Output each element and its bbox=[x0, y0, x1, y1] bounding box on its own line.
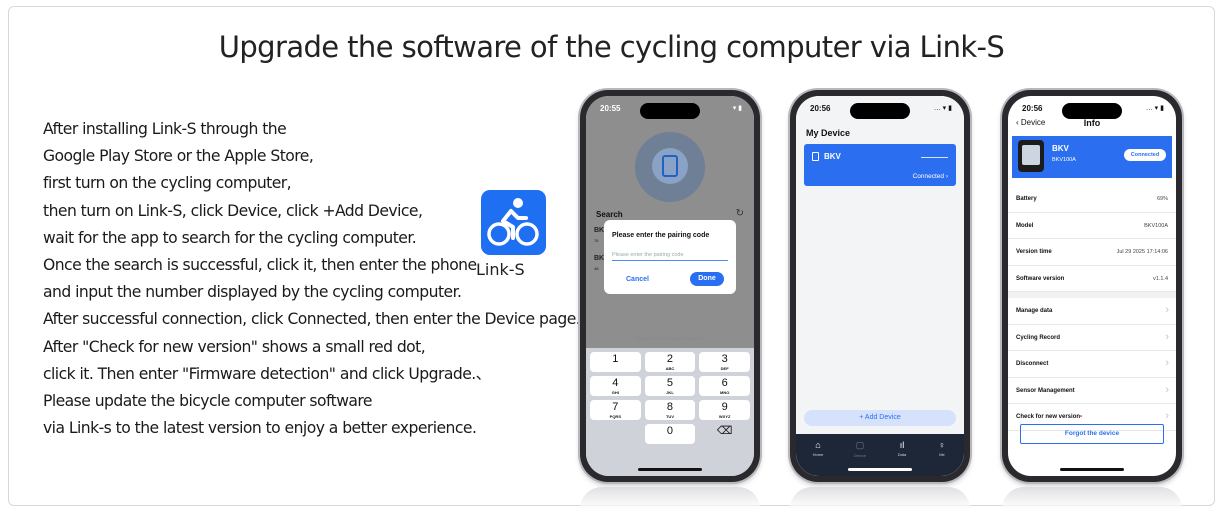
device-model: BKV100A bbox=[1052, 157, 1076, 163]
forgot-device-button[interactable]: Forgot the device bbox=[1020, 424, 1164, 444]
chevron-right-icon: › bbox=[1165, 304, 1169, 316]
instruction-line: After successful connection, click Conne… bbox=[43, 310, 581, 329]
bicycle-rider-icon bbox=[487, 198, 539, 246]
key-9[interactable]: 9 WXYZ bbox=[699, 400, 750, 420]
chart-icon: ıl bbox=[899, 440, 905, 450]
menu-cycling-record[interactable]: Cycling Record › bbox=[1008, 325, 1176, 351]
status-icons: … ▾ ▮ bbox=[933, 105, 952, 112]
connected-badge: Connected bbox=[1124, 149, 1166, 161]
tab-home[interactable]: ⌂ Home bbox=[800, 440, 836, 457]
phone-pairing-screen: 20:55 ▾ ▮ Search ↻ BK 76 BK 48 Please en… bbox=[580, 90, 760, 482]
search-results-list[interactable]: BK 76 BK 48 bbox=[594, 226, 604, 274]
my-device-title: My Device bbox=[806, 128, 851, 138]
instruction-line: via Link-s to the latest version to enjo… bbox=[43, 419, 477, 438]
status-time: 20:56 bbox=[1022, 104, 1043, 113]
numeric-keyboard: 1 2 ABC 3 DEF 4 GHI 5 JKL 6 MNO 7 PQRS 8 TUV 9W… bbox=[586, 348, 754, 476]
info-title: Info bbox=[1083, 118, 1101, 128]
chevron-right-icon: › bbox=[1165, 383, 1169, 396]
status-icons: ▾ ▮ bbox=[732, 105, 742, 112]
tab-data[interactable]: ıl Data bbox=[884, 440, 920, 457]
add-device-button[interactable]: + Add Device bbox=[804, 410, 956, 426]
instruction-line: After "Check for new version" shows a sm… bbox=[43, 337, 426, 356]
connected-link[interactable]: Connected › bbox=[913, 173, 948, 180]
chevron-right-icon: › bbox=[1165, 357, 1169, 369]
key-6[interactable]: 6 MNO bbox=[699, 376, 750, 396]
key-7[interactable]: 7 PQRS bbox=[590, 400, 641, 420]
dialog-title: Please enter the pairing code bbox=[612, 232, 710, 239]
home-indicator bbox=[848, 468, 912, 471]
refresh-icon[interactable]: ↻ bbox=[736, 208, 744, 219]
pairing-code-input[interactable]: Please enter the pairing code bbox=[612, 252, 728, 261]
menu-sensor-management[interactable]: Sensor Management › bbox=[1008, 378, 1176, 404]
menu-disconnect[interactable]: Disconnect › bbox=[1008, 351, 1176, 378]
key-8[interactable]: 8 TUV bbox=[644, 400, 696, 420]
pairing-code-dialog: Please enter the pairing code Please ent… bbox=[604, 220, 736, 294]
keyboard-hint: Please enter the pairing code bbox=[634, 336, 706, 342]
home-indicator bbox=[1060, 468, 1124, 471]
tab-me[interactable]: ♀ Me bbox=[924, 440, 960, 457]
device-name: BKV bbox=[1052, 144, 1069, 153]
key-4[interactable]: 4 GHI bbox=[590, 376, 641, 396]
instruction-line: After installing Link-S through the bbox=[43, 120, 287, 138]
link-s-app-icon bbox=[481, 190, 546, 255]
info-row-battery: Battery 69% bbox=[1008, 186, 1176, 213]
key-1[interactable]: 1 bbox=[590, 352, 641, 372]
person-icon: ♀ bbox=[938, 440, 946, 450]
key-3[interactable]: 3 DEF bbox=[699, 352, 750, 372]
phone-device-info-screen: 20:56 … ▾ ▮ ‹ Device Info BKV BKV100A Co… bbox=[1002, 90, 1182, 482]
instruction-line: Google Play Store or the Apple Store, bbox=[43, 147, 314, 166]
instruction-line: click it. Then enter "Firmware detection… bbox=[43, 364, 491, 383]
cycling-computer-image bbox=[1018, 140, 1044, 172]
menu-manage-data[interactable]: Manage data › bbox=[1008, 298, 1176, 325]
key-0[interactable]: 0 bbox=[644, 424, 696, 444]
chevron-right-icon: › bbox=[1165, 410, 1169, 422]
key-2[interactable]: 2 ABC bbox=[644, 352, 696, 372]
home-indicator bbox=[638, 468, 702, 471]
info-row-model: Model BKV100A bbox=[1008, 213, 1176, 239]
status-time: 20:55 bbox=[600, 104, 621, 113]
search-label: Search bbox=[596, 210, 623, 219]
device-tab-icon: ▢ bbox=[855, 440, 865, 450]
info-row-version-time: Version time Jul 29 2025 17:14:06 bbox=[1008, 239, 1176, 266]
home-icon: ⌂ bbox=[815, 440, 821, 450]
cancel-button[interactable]: Cancel bbox=[626, 276, 649, 283]
device-icon bbox=[812, 152, 819, 161]
key-5[interactable]: 5 JKL bbox=[644, 376, 696, 396]
app-name-label: Link-S bbox=[476, 260, 525, 279]
chevron-right-icon: › bbox=[1165, 330, 1169, 343]
device-info-list: Battery 69% Model BKV100A Version time Jul … bbox=[1008, 186, 1176, 431]
phone-my-device-screen: 20:56 … ▾ ▮ My Device BKV ▬▬▬▬▬▬▬▬▬ Conn… bbox=[790, 90, 970, 482]
status-icons: … ▾ ▮ bbox=[1145, 105, 1164, 112]
device-icon bbox=[662, 155, 678, 177]
red-dot-indicator: • bbox=[1080, 414, 1083, 420]
tab-device[interactable]: ▢ Device bbox=[842, 440, 878, 458]
info-row-software-version: Software version v1.1.4 bbox=[1008, 266, 1176, 292]
page-title: Upgrade the software of the cycling comp… bbox=[218, 30, 1005, 64]
instructions-text: After installing Link-S through the Goog… bbox=[43, 116, 603, 442]
device-name: BKV bbox=[824, 152, 841, 161]
instruction-line: Please update the bicycle computer softw… bbox=[43, 391, 373, 410]
done-button[interactable]: Done bbox=[690, 272, 724, 286]
instruction-line: and input the number displayed by the cy… bbox=[43, 283, 462, 302]
backspace-icon[interactable]: ⌫ bbox=[699, 424, 750, 444]
device-card[interactable]: BKV ▬▬▬▬▬▬▬▬▬ Connected › bbox=[804, 144, 956, 186]
device-header-card: BKV BKV100A Connected bbox=[1012, 136, 1172, 178]
status-time: 20:56 bbox=[810, 104, 831, 113]
